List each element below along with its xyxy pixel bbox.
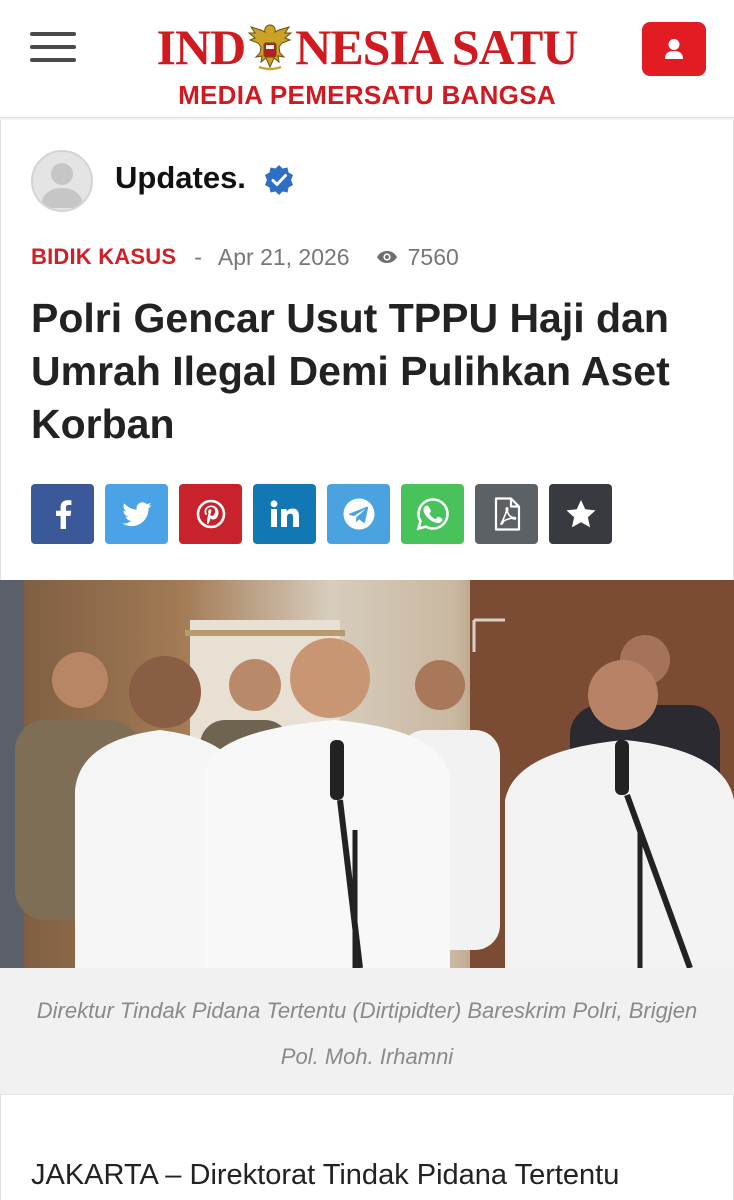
garuda-emblem-icon [247, 24, 293, 71]
publish-date: Apr 21, 2026 [217, 243, 350, 270]
menu-bar [30, 32, 76, 36]
facebook-icon [55, 500, 71, 529]
article-lead-paragraph: JAKARTA – Direktorat Tindak Pidana Terte… [31, 1159, 620, 1191]
press-conference-photo [0, 580, 734, 968]
hamburger-menu-icon[interactable] [30, 30, 78, 66]
category-link[interactable]: BIDIK KASUS [31, 244, 176, 270]
whatsapp-icon [416, 498, 449, 531]
article-header-card: Updates. BIDIK KASUS - Apr 21, 2026 7560… [0, 120, 734, 580]
telegram-icon [343, 498, 374, 530]
favorite-button[interactable] [549, 484, 612, 544]
verified-badge-icon [265, 165, 293, 195]
author-avatar[interactable] [31, 150, 93, 212]
pinterest-icon [196, 499, 225, 529]
logo-text-right: NESIA SATU [295, 19, 578, 75]
meta-separator: - [194, 243, 202, 270]
share-telegram-button[interactable] [327, 484, 390, 544]
share-twitter-button[interactable] [105, 484, 168, 544]
article-meta: BIDIK KASUS - Apr 21, 2026 7560 [31, 242, 459, 272]
view-count-value: 7560 [407, 243, 459, 270]
linkedin-icon [270, 500, 299, 527]
logo-tagline: MEDIA PEMERSATU BANGSA [178, 80, 556, 110]
article-featured-image[interactable] [0, 580, 734, 968]
view-count: 7560 [376, 244, 459, 271]
twitter-icon [121, 501, 151, 526]
user-icon [665, 39, 683, 59]
logo-wordmark: IND NESIA SATU [150, 18, 584, 76]
pdf-icon [494, 497, 520, 531]
share-linkedin-button[interactable] [253, 484, 316, 544]
share-whatsapp-button[interactable] [401, 484, 464, 544]
author-name[interactable]: Updates. [115, 160, 246, 196]
article-body: JAKARTA – Direktorat Tindak Pidana Terte… [0, 1094, 734, 1200]
logo-text-left: IND [156, 19, 247, 75]
site-header: IND NESIA SATU MEDIA PEMERSATU BANGSA [0, 0, 734, 118]
menu-bar [30, 45, 76, 49]
image-caption: Direktur Tindak Pidana Tertentu (Dirtipi… [0, 968, 734, 1094]
menu-bar [30, 58, 76, 62]
default-avatar-icon [41, 163, 83, 208]
site-logo[interactable]: IND NESIA SATU MEDIA PEMERSATU BANGSA [150, 18, 584, 112]
user-account-button[interactable] [642, 22, 706, 76]
eye-icon [376, 251, 397, 263]
download-pdf-button[interactable] [475, 484, 538, 544]
share-facebook-button[interactable] [31, 484, 94, 544]
share-bar [31, 484, 623, 544]
share-pinterest-button[interactable] [179, 484, 242, 544]
star-icon [566, 500, 595, 528]
article-title: Polri Gencar Usut TPPU Haji dan Umrah Il… [31, 295, 670, 447]
